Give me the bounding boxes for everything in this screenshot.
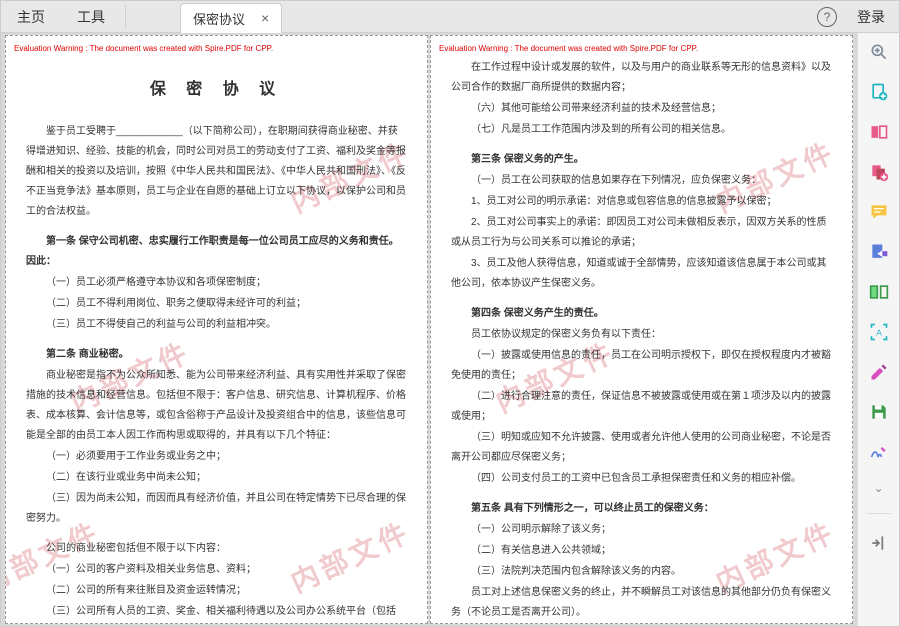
para: （一）员工在公司获取的信息如果存在下列情况，应负保密义务：	[451, 171, 832, 191]
save-icon[interactable]	[868, 401, 890, 423]
zoom-icon[interactable]	[868, 41, 890, 63]
section-2: 第二条 商业秘密。	[26, 345, 407, 365]
merge-icon[interactable]	[868, 161, 890, 183]
compare-icon[interactable]	[868, 281, 890, 303]
para: （一）员工必须严格遵守本协议和各项保密制度；	[26, 273, 407, 293]
para: （六）其他可能给公司带来经济利益的技术及经营信息；	[451, 99, 832, 119]
para: 2、员工对公司事实上的承诺：即因员工对公司未做相反表示，因双方关系的性质或从员工…	[451, 213, 832, 253]
para: （三）明知或应知不允许披露、使用或者允许他人使用的公司商业秘密，不论是否离开公司…	[451, 428, 832, 468]
page-1: Evaluation Warning : The document was cr…	[5, 35, 428, 624]
section-4: 第四条 保密义务产生的责任。	[451, 304, 832, 324]
para: 商业秘密是指不为公众所知悉、能为公司带来经济利益、具有实用性并采取了保密措施的技…	[26, 366, 407, 446]
para: （三）公司所有人员的工资、奖金、相关福利待遇以及公司办公系统平台（包括OA协同办…	[26, 602, 407, 624]
para: （二）进行合理注意的责任，保证信息不被披露或使用或在第１项涉及以内的披露或使用；	[451, 387, 832, 427]
page-1-content: 保 密 协 议 鉴于员工受聘于____________（以下简称公司），在职期间…	[26, 58, 407, 624]
document-viewport[interactable]: Evaluation Warning : The document was cr…	[1, 33, 857, 626]
para: （一）披露或使用信息的责任，员工在公司明示授权下，即仅在授权程度内才被豁免使用的…	[451, 346, 832, 386]
para: （三）法院判决范围内包含解除该义务的内容。	[451, 562, 832, 582]
para: （七）凡是员工工作范围内涉及到的所有公司的相关信息。	[451, 120, 832, 140]
edit-icon[interactable]	[868, 361, 890, 383]
page-2: Evaluation Warning : The document was cr…	[430, 35, 853, 624]
para: （一）公司明示解除了该义务；	[451, 520, 832, 540]
para: （一）公司的客户资料及相关业务信息、资料；	[26, 560, 407, 580]
tab-label: 保密协议	[193, 9, 245, 28]
section-3: 第三条 保密义务的产生。	[451, 150, 832, 170]
page-view-icon[interactable]	[868, 121, 890, 143]
para: 3、员工及他人获得信息，知道或诚于全部情势，应该知道该信息属于本公司或其他公司，…	[451, 254, 832, 294]
section-5: 第五条 具有下列情形之一，可以终止员工的保密义务：	[451, 499, 832, 519]
para: （二）公司的所有来往账目及资金运转情况；	[26, 581, 407, 601]
para: 1、员工对公司的明示承诺：对信息或包容信息的信息披露予以保密；	[451, 192, 832, 212]
menu-home[interactable]: 主页	[1, 1, 61, 33]
section-1: 第一条 保守公司机密、忠实履行工作职责是每一位公司员工应尽的义务和责任。因此：	[26, 232, 407, 272]
menu-tools[interactable]: 工具	[61, 1, 121, 33]
document-tab[interactable]: 保密协议 ×	[180, 3, 282, 33]
para: （三）员工不得使自己的利益与公司的利益相冲突。	[26, 315, 407, 335]
para: 公司的商业秘密包括但不限于以下内容：	[26, 539, 407, 559]
para: 在工作过程中设计或发展的软件，以及与用户的商业联系等无形的信息资料》以及公司合作…	[451, 58, 832, 98]
create-pdf-icon[interactable]	[868, 81, 890, 103]
doc-title: 保 密 协 议	[26, 74, 407, 106]
comment-icon[interactable]	[868, 201, 890, 223]
login-button[interactable]: 登录	[857, 7, 885, 27]
help-icon[interactable]: ?	[817, 7, 837, 27]
para: （三）因为尚未公知，而因而具有经济价值，并且公司在特定情势下已尽合理的保密努力。	[26, 489, 407, 529]
ocr-icon[interactable]: A	[868, 321, 890, 343]
sign-icon[interactable]	[868, 441, 890, 463]
svg-text:A: A	[876, 327, 882, 337]
page-2-content: 在工作过程中设计或发展的软件，以及与用户的商业联系等无形的信息资料》以及公司合作…	[451, 58, 832, 624]
para: 员工对上述信息保密义务的终止，并不瞬解员工对该信息的其他部分仍负有保密义务（不论…	[451, 583, 832, 623]
tab-close-icon[interactable]: ×	[261, 10, 269, 26]
tab-separator	[125, 5, 126, 29]
eval-warning: Evaluation Warning : The document was cr…	[14, 44, 273, 53]
para: （二）员工不得利用岗位、职务之便取得未经许可的利益；	[26, 294, 407, 314]
para: （一）必须要用于工作业务或业务之中；	[26, 447, 407, 467]
para: （四）公司支付员工的工资中已包含员工承担保密责任和义务的相应补偿。	[451, 469, 832, 489]
right-toolbar: A ⌄	[857, 33, 899, 626]
para: 员工依协议规定的保密义务负有以下责任：	[451, 325, 832, 345]
separator	[867, 513, 891, 514]
export-icon[interactable]	[868, 241, 890, 263]
para: （二）在该行业或业务中尚未公知；	[26, 468, 407, 488]
para: （二）有关信息进入公共领域；	[451, 541, 832, 561]
para: 鉴于员工受聘于____________（以下简称公司），在职期间获得商业秘密、并…	[26, 122, 407, 222]
eval-warning: Evaluation Warning : The document was cr…	[439, 44, 698, 53]
chevron-down-icon[interactable]: ⌄	[873, 481, 883, 495]
header-bar: 主页 工具 保密协议 × ? 登录	[1, 1, 899, 33]
collapse-icon[interactable]	[868, 532, 890, 554]
